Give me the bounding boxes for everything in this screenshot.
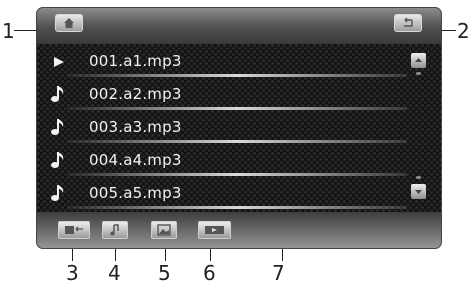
photo-icon — [157, 224, 171, 236]
music-note-icon — [51, 185, 64, 201]
playlist-item[interactable]: 005.a5.mp3 — [37, 176, 409, 212]
callout-2: 2 — [457, 19, 470, 43]
photo-button[interactable] — [151, 221, 177, 239]
return-folder-button[interactable] — [58, 221, 90, 239]
scroll-indicator-bottom — [416, 176, 421, 179]
playlist-item[interactable]: 001.a1.mp3 — [37, 44, 409, 80]
scroll-indicator-top — [416, 72, 421, 75]
video-icon — [205, 226, 224, 234]
back-arrow-icon — [404, 17, 413, 27]
music-note-icon — [51, 119, 64, 135]
scroll-down-icon — [415, 190, 422, 194]
scroll-up-icon — [415, 58, 422, 62]
track-name: 004.a4.mp3 — [89, 151, 182, 169]
video-button[interactable] — [198, 221, 231, 239]
home-button[interactable] — [55, 14, 83, 32]
callout-6: 6 — [203, 261, 216, 285]
track-name: 002.a2.mp3 — [89, 85, 182, 103]
playlist-item[interactable]: 002.a2.mp3 — [37, 77, 409, 113]
play-icon — [54, 57, 64, 67]
return-folder-icon — [65, 226, 83, 234]
callout-7: 7 — [272, 261, 285, 285]
playlist-item[interactable]: 004.a4.mp3 — [37, 143, 409, 179]
music-note-icon — [110, 224, 119, 236]
callout-4: 4 — [108, 261, 121, 285]
track-name: 003.a3.mp3 — [89, 118, 182, 136]
track-name: 001.a1.mp3 — [89, 52, 182, 70]
scroll-down-button[interactable] — [411, 184, 426, 199]
callout-3: 3 — [66, 261, 79, 285]
back-button[interactable] — [394, 14, 422, 32]
row-divider — [67, 206, 407, 209]
top-bar — [37, 8, 441, 44]
music-note-icon — [51, 152, 64, 168]
home-icon — [64, 18, 74, 28]
music-note-icon — [51, 86, 64, 102]
music-button[interactable] — [102, 221, 128, 239]
callout-1: 1 — [2, 19, 15, 43]
track-name: 005.a5.mp3 — [89, 184, 182, 202]
bottom-bar — [37, 212, 441, 248]
playlist: 001.a1.mp3 002.a2.mp3 003.a3.mp3 004.a4.… — [37, 44, 441, 212]
music-player-screen: 001.a1.mp3 002.a2.mp3 003.a3.mp3 004.a4.… — [37, 8, 441, 248]
callout-5: 5 — [158, 261, 171, 285]
scroll-up-button[interactable] — [411, 53, 426, 68]
playlist-item[interactable]: 003.a3.mp3 — [37, 110, 409, 146]
